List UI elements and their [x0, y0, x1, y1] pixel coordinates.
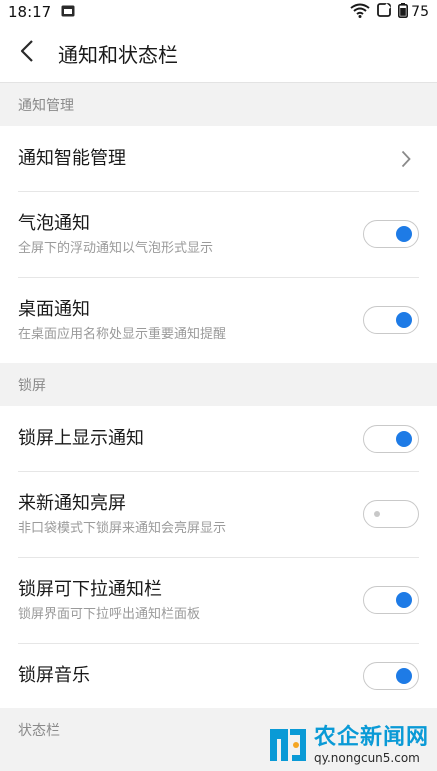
battery-indicator: 75 [398, 2, 429, 22]
watermark-title: 农企新闻网 [313, 725, 429, 750]
lockscreen-music-toggle[interactable] [363, 661, 419, 690]
back-button[interactable] [2, 24, 52, 83]
row-text: 锁屏可下拉通知栏 锁屏界面可下拉呼出通知栏面板 [18, 578, 200, 623]
row-text: 气泡通知 全屏下的浮动通知以气泡形式显示 [18, 212, 213, 257]
row-title: 锁屏音乐 [18, 664, 90, 686]
toggle-knob [396, 592, 412, 608]
row-subtitle: 锁屏界面可下拉呼出通知栏面板 [18, 606, 201, 622]
lockscreen-show-notification-item: 锁屏上显示通知 [0, 406, 437, 471]
section-header-notification: 通知管理 [0, 83, 437, 126]
status-bar: 18:17 75 [0, 0, 437, 24]
lockscreen-pulldown-toggle[interactable] [363, 586, 419, 614]
row-title: 通知智能管理 [18, 147, 126, 169]
row-title: 来新通知亮屏 [18, 492, 126, 514]
wifi-icon [350, 3, 370, 22]
sim-card-icon [61, 3, 75, 21]
row-text: 来新通知亮屏 非口袋模式下锁屏来通知会亮屏显示 [18, 492, 226, 537]
toggle-knob [396, 226, 412, 242]
notification-smart-management-item[interactable]: 通知智能管理 [0, 126, 437, 191]
lockscreen-pulldown-item: 锁屏可下拉通知栏 锁屏界面可下拉呼出通知栏面板 [0, 557, 437, 643]
toggle-knob [396, 430, 412, 447]
row-text: 通知智能管理 [18, 147, 126, 171]
toggle-knob [374, 511, 380, 517]
section-header-lockscreen: 锁屏 [0, 363, 437, 406]
watermark: 农企新闻网 qy.nongcun5.com [268, 725, 429, 765]
status-right: 75 [350, 2, 429, 22]
toggle-knob [396, 312, 412, 328]
watermark-text: 农企新闻网 qy.nongcun5.com [314, 725, 429, 765]
lockscreen-show-notification-toggle[interactable] [363, 424, 419, 453]
app-bar: 通知和状态栏 [0, 24, 437, 83]
lockscreen-music-item: 锁屏音乐 [0, 643, 437, 708]
back-arrow-icon [20, 40, 34, 66]
row-subtitle: 在桌面应用名称处显示重要通知提醒 [18, 326, 227, 342]
battery-level: 75 [411, 4, 429, 20]
page-title: 通知和状态栏 [58, 42, 178, 67]
row-title: 气泡通知 [18, 212, 90, 234]
new-notification-wake-toggle[interactable] [363, 500, 419, 528]
row-text: 锁屏上显示通知 [18, 427, 144, 451]
row-title: 锁屏上显示通知 [18, 427, 144, 449]
watermark-logo-icon [268, 725, 308, 765]
row-subtitle: 全屏下的浮动通知以气泡形式显示 [18, 240, 214, 256]
bubble-notification-toggle[interactable] [363, 220, 419, 248]
row-subtitle: 非口袋模式下锁屏来通知会亮屏显示 [18, 520, 227, 536]
status-time: 18:17 [8, 3, 52, 21]
group-lockscreen: 锁屏上显示通知 来新通知亮屏 非口袋模式下锁屏来通知会亮屏显示 锁屏可下拉通知栏… [0, 406, 437, 708]
new-notification-wake-item: 来新通知亮屏 非口袋模式下锁屏来通知会亮屏显示 [0, 471, 437, 557]
battery-icon [398, 2, 409, 22]
watermark-url: qy.nongcun5.com [313, 751, 420, 765]
row-text: 桌面通知 在桌面应用名称处显示重要通知提醒 [18, 298, 226, 343]
row-title: 桌面通知 [18, 298, 90, 320]
row-title: 锁屏可下拉通知栏 [18, 578, 162, 600]
bubble-notification-item: 气泡通知 全屏下的浮动通知以气泡形式显示 [0, 191, 437, 277]
desktop-notification-item: 桌面通知 在桌面应用名称处显示重要通知提醒 [0, 277, 437, 363]
toggle-knob [396, 667, 412, 684]
status-left: 18:17 [8, 3, 75, 21]
group-notification: 通知智能管理 气泡通知 全屏下的浮动通知以气泡形式显示 桌面通知 在桌面应用名称… [0, 126, 437, 363]
screen-rotate-icon [376, 3, 392, 21]
row-text: 锁屏音乐 [18, 664, 90, 688]
chevron-right-icon [399, 149, 413, 169]
desktop-notification-toggle[interactable] [363, 306, 419, 334]
